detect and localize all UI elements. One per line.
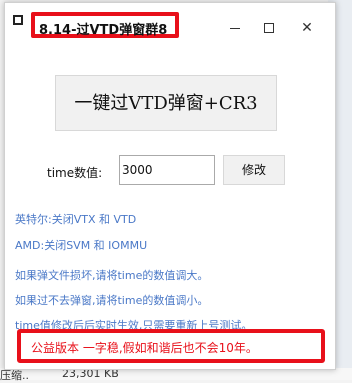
- maximize-button[interactable]: [257, 17, 281, 39]
- amd-instruction: AMD:关闭SVM 和 IOMMU: [15, 239, 148, 252]
- popup-instruction: 如果过不去弹窗,请将time的数值调小。: [15, 294, 209, 307]
- file-corrupted-instruction: 如果弹文件损坏,请将time的数值调大。: [15, 269, 209, 282]
- notice-text: 公益版本 一字稳,假如和谐后也不会10年。: [31, 341, 258, 355]
- intel-instruction: 英特尔:关闭VTX 和 VTD: [15, 213, 137, 226]
- modify-button[interactable]: 修改: [223, 155, 285, 185]
- time-label: time数值:: [47, 166, 103, 180]
- maximize-icon: [264, 23, 274, 33]
- app-window: 8.14-过VTD弹窗群8 ✕ 一键过VTD弹窗+CR3 time数值: 修改 …: [4, 2, 336, 370]
- time-input[interactable]: [119, 155, 215, 185]
- minimize-icon: [230, 28, 240, 29]
- close-button[interactable]: ✕: [295, 17, 319, 39]
- minimize-button[interactable]: [223, 17, 247, 39]
- window-title: 8.14-过VTD弹窗群8: [39, 23, 168, 38]
- title-bar[interactable]: 8.14-过VTD弹窗群8 ✕: [5, 3, 335, 39]
- close-icon: ✕: [301, 20, 313, 36]
- app-icon: [13, 15, 23, 25]
- bypass-vtd-button[interactable]: 一键过VTD弹窗+CR3: [55, 75, 277, 131]
